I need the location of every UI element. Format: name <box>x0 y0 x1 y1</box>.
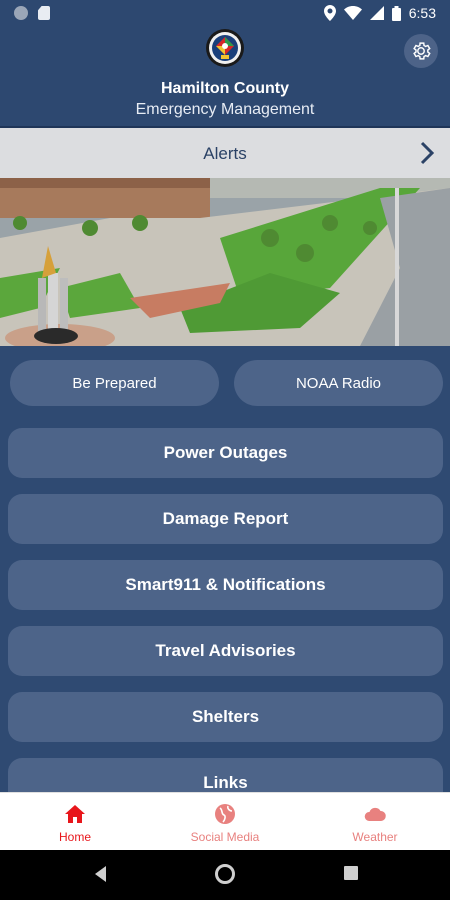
status-time: 6:53 <box>408 5 436 21</box>
back-icon[interactable] <box>92 864 108 884</box>
cloud-icon <box>364 807 386 821</box>
app-header: Hamilton County Emergency Management <box>0 28 450 126</box>
globe-icon <box>215 804 235 824</box>
nav-home-label: Home <box>58 830 91 844</box>
nav-social-media-label: Social Media <box>190 830 260 844</box>
noaa-radio-button[interactable]: NOAA Radio <box>234 360 443 406</box>
status-bar: 6:53 <box>0 0 450 28</box>
signal-icon <box>369 6 384 20</box>
travel-advisories-button[interactable]: Travel Advisories <box>8 626 443 676</box>
hero-plaza-image <box>0 178 450 346</box>
nav-home[interactable]: Home <box>0 793 150 851</box>
home-circle-icon[interactable] <box>214 863 236 885</box>
notification-dot-icon <box>14 6 28 20</box>
settings-button[interactable] <box>404 34 438 68</box>
alerts-bar[interactable]: Alerts <box>0 126 450 178</box>
sd-card-icon <box>38 6 50 20</box>
home-icon <box>65 805 85 823</box>
smart911-button[interactable]: Smart911 & Notifications <box>8 560 443 610</box>
app-subtitle: Emergency Management <box>135 101 315 118</box>
bottom-navigation: Home Social Media Weather <box>0 792 450 850</box>
recents-icon[interactable] <box>343 865 359 881</box>
chevron-right-icon <box>420 141 435 165</box>
menu-content: Be Prepared NOAA Radio Power Outages Dam… <box>0 346 450 792</box>
nav-social-media[interactable]: Social Media <box>150 793 300 851</box>
wifi-icon <box>343 6 362 20</box>
location-icon <box>323 5 336 21</box>
damage-report-button[interactable]: Damage Report <box>8 494 443 544</box>
nav-weather-label: Weather <box>352 830 398 844</box>
power-outages-button[interactable]: Power Outages <box>8 428 443 478</box>
gear-icon <box>413 42 431 60</box>
shelters-button[interactable]: Shelters <box>8 692 443 742</box>
nav-weather[interactable]: Weather <box>300 793 450 851</box>
links-button[interactable]: Links <box>8 758 443 792</box>
be-prepared-button[interactable]: Be Prepared <box>10 360 219 406</box>
alerts-label: Alerts <box>203 144 247 163</box>
battery-icon <box>391 5 401 21</box>
app-title: Hamilton County <box>161 80 289 97</box>
system-navigation-bar <box>0 850 450 900</box>
county-seal-logo <box>206 29 244 67</box>
